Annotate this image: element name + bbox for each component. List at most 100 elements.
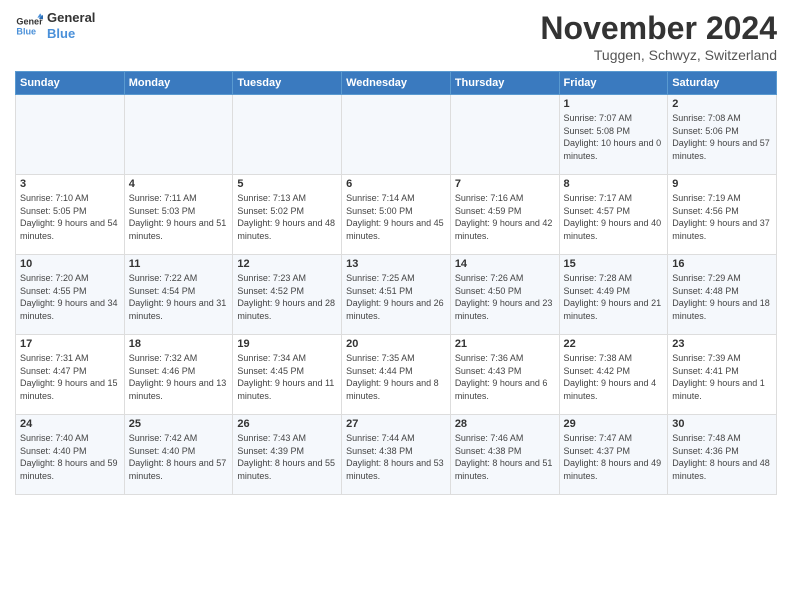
calendar-cell: 6 Sunrise: 7:14 AMSunset: 5:00 PMDaylight… [342, 175, 451, 255]
day-info: Sunrise: 7:17 AMSunset: 4:57 PMDaylight:… [564, 192, 664, 242]
day-number: 13 [346, 258, 446, 270]
calendar-cell: 15Sunrise: 7:28 AMSunset: 4:49 PMDayligh… [559, 255, 668, 335]
calendar-cell [342, 95, 451, 175]
calendar-week-2: 10 Sunrise: 7:20 AMSunset: 4:55 PMDayligh… [16, 255, 777, 335]
day-info: Sunrise: 7:23 AMSunset: 4:52 PMDaylight:… [237, 272, 337, 322]
day-info: Sunrise: 7:35 AMSunset: 4:44 PMDaylight:… [346, 352, 446, 402]
day-number: 6 [346, 178, 446, 190]
main-container: General Blue General Blue November 2024 … [0, 0, 792, 505]
day-info: Sunrise: 7:11 AMSunset: 5:03 PMDaylight:… [129, 192, 229, 242]
day-info: Sunrise: 7:28 AMSunset: 4:49 PMDaylight:… [564, 272, 664, 322]
calendar-cell: 19 Sunrise: 7:34 AMSunset: 4:45 PMDayligh… [233, 335, 342, 415]
calendar-cell [124, 95, 233, 175]
day-number: 11 [129, 258, 229, 270]
logo-blue: Blue [47, 26, 95, 42]
calendar-cell: 16 Sunrise: 7:29 AMSunset: 4:48 PMDayligh… [668, 255, 777, 335]
day-number: 10 [20, 258, 120, 270]
calendar-cell: 26Sunrise: 7:43 AMSunset: 4:39 PMDayligh… [233, 415, 342, 495]
day-info: Sunrise: 7:07 AMSunset: 5:08 PMDaylight:… [564, 112, 664, 162]
day-info: Sunrise: 7:22 AMSunset: 4:54 PMDaylight:… [129, 272, 229, 322]
day-info: Sunrise: 7:48 AMSunset: 4:36 PMDaylight:… [672, 432, 772, 482]
day-number: 19 [237, 338, 337, 350]
calendar-cell: 4 Sunrise: 7:11 AMSunset: 5:03 PMDaylight… [124, 175, 233, 255]
calendar-cell: 23 Sunrise: 7:39 AMSunset: 4:41 PMDayligh… [668, 335, 777, 415]
calendar-cell: 17 Sunrise: 7:31 AMSunset: 4:47 PMDayligh… [16, 335, 125, 415]
day-number: 22 [564, 338, 664, 350]
calendar-cell: 13 Sunrise: 7:25 AMSunset: 4:51 PMDayligh… [342, 255, 451, 335]
day-info: Sunrise: 7:32 AMSunset: 4:46 PMDaylight:… [129, 352, 229, 402]
calendar-week-3: 17 Sunrise: 7:31 AMSunset: 4:47 PMDayligh… [16, 335, 777, 415]
day-number: 30 [672, 418, 772, 430]
day-info: Sunrise: 7:47 AMSunset: 4:37 PMDaylight:… [564, 432, 664, 482]
calendar-cell [233, 95, 342, 175]
svg-text:Blue: Blue [16, 26, 36, 36]
day-info: Sunrise: 7:44 AMSunset: 4:38 PMDaylight:… [346, 432, 446, 482]
day-number: 17 [20, 338, 120, 350]
day-number: 16 [672, 258, 772, 270]
day-info: Sunrise: 7:08 AMSunset: 5:06 PMDaylight:… [672, 112, 772, 162]
day-number: 21 [455, 338, 555, 350]
weekday-header-wednesday: Wednesday [342, 72, 451, 95]
day-info: Sunrise: 7:39 AMSunset: 4:41 PMDaylight:… [672, 352, 772, 402]
month-title: November 2024 [540, 10, 777, 47]
weekday-header-saturday: Saturday [668, 72, 777, 95]
day-info: Sunrise: 7:31 AMSunset: 4:47 PMDaylight:… [20, 352, 120, 402]
day-info: Sunrise: 7:46 AMSunset: 4:38 PMDaylight:… [455, 432, 555, 482]
header: General Blue General Blue November 2024 … [15, 10, 777, 63]
day-number: 3 [20, 178, 120, 190]
calendar-cell: 2 Sunrise: 7:08 AMSunset: 5:06 PMDaylight… [668, 95, 777, 175]
calendar-cell: 21 Sunrise: 7:36 AMSunset: 4:43 PMDayligh… [450, 335, 559, 415]
day-info: Sunrise: 7:14 AMSunset: 5:00 PMDaylight:… [346, 192, 446, 242]
calendar-table: SundayMondayTuesdayWednesdayThursdayFrid… [15, 71, 777, 495]
day-info: Sunrise: 7:16 AMSunset: 4:59 PMDaylight:… [455, 192, 555, 242]
svg-text:General: General [16, 16, 43, 26]
calendar-cell: 12 Sunrise: 7:23 AMSunset: 4:52 PMDayligh… [233, 255, 342, 335]
calendar-cell: 24Sunrise: 7:40 AMSunset: 4:40 PMDayligh… [16, 415, 125, 495]
day-number: 2 [672, 98, 772, 110]
calendar-cell: 7 Sunrise: 7:16 AMSunset: 4:59 PMDaylight… [450, 175, 559, 255]
day-info: Sunrise: 7:20 AMSunset: 4:55 PMDaylight:… [20, 272, 120, 322]
calendar-cell: 14Sunrise: 7:26 AMSunset: 4:50 PMDayligh… [450, 255, 559, 335]
day-number: 27 [346, 418, 446, 430]
calendar-week-4: 24Sunrise: 7:40 AMSunset: 4:40 PMDayligh… [16, 415, 777, 495]
logo-general: General [47, 10, 95, 26]
day-number: 12 [237, 258, 337, 270]
calendar-cell: 10 Sunrise: 7:20 AMSunset: 4:55 PMDayligh… [16, 255, 125, 335]
calendar-cell: 18 Sunrise: 7:32 AMSunset: 4:46 PMDayligh… [124, 335, 233, 415]
day-info: Sunrise: 7:29 AMSunset: 4:48 PMDaylight:… [672, 272, 772, 322]
day-info: Sunrise: 7:40 AMSunset: 4:40 PMDaylight:… [20, 432, 120, 482]
day-info: Sunrise: 7:13 AMSunset: 5:02 PMDaylight:… [237, 192, 337, 242]
calendar-cell: 28Sunrise: 7:46 AMSunset: 4:38 PMDayligh… [450, 415, 559, 495]
day-info: Sunrise: 7:34 AMSunset: 4:45 PMDaylight:… [237, 352, 337, 402]
calendar-cell: 5 Sunrise: 7:13 AMSunset: 5:02 PMDaylight… [233, 175, 342, 255]
location: Tuggen, Schwyz, Switzerland [540, 47, 777, 63]
day-number: 5 [237, 178, 337, 190]
day-number: 26 [237, 418, 337, 430]
day-number: 8 [564, 178, 664, 190]
weekday-header-tuesday: Tuesday [233, 72, 342, 95]
calendar-cell: 29 Sunrise: 7:47 AMSunset: 4:37 PMDayligh… [559, 415, 668, 495]
logo-icon: General Blue [15, 12, 43, 40]
day-number: 23 [672, 338, 772, 350]
day-number: 20 [346, 338, 446, 350]
weekday-header-friday: Friday [559, 72, 668, 95]
calendar-cell: 3Sunrise: 7:10 AMSunset: 5:05 PMDaylight… [16, 175, 125, 255]
day-number: 7 [455, 178, 555, 190]
calendar-week-1: 3Sunrise: 7:10 AMSunset: 5:05 PMDaylight… [16, 175, 777, 255]
calendar-cell [16, 95, 125, 175]
day-number: 25 [129, 418, 229, 430]
day-number: 1 [564, 98, 664, 110]
day-number: 4 [129, 178, 229, 190]
calendar-cell: 22Sunrise: 7:38 AMSunset: 4:42 PMDayligh… [559, 335, 668, 415]
weekday-header-sunday: Sunday [16, 72, 125, 95]
day-info: Sunrise: 7:36 AMSunset: 4:43 PMDaylight:… [455, 352, 555, 402]
weekday-header-row: SundayMondayTuesdayWednesdayThursdayFrid… [16, 72, 777, 95]
day-number: 18 [129, 338, 229, 350]
day-number: 29 [564, 418, 664, 430]
calendar-cell: 11 Sunrise: 7:22 AMSunset: 4:54 PMDayligh… [124, 255, 233, 335]
calendar-cell: 1 Sunrise: 7:07 AMSunset: 5:08 PMDaylight… [559, 95, 668, 175]
calendar-cell: 25 Sunrise: 7:42 AMSunset: 4:40 PMDayligh… [124, 415, 233, 495]
calendar-week-0: 1 Sunrise: 7:07 AMSunset: 5:08 PMDaylight… [16, 95, 777, 175]
day-info: Sunrise: 7:42 AMSunset: 4:40 PMDaylight:… [129, 432, 229, 482]
day-info: Sunrise: 7:25 AMSunset: 4:51 PMDaylight:… [346, 272, 446, 322]
